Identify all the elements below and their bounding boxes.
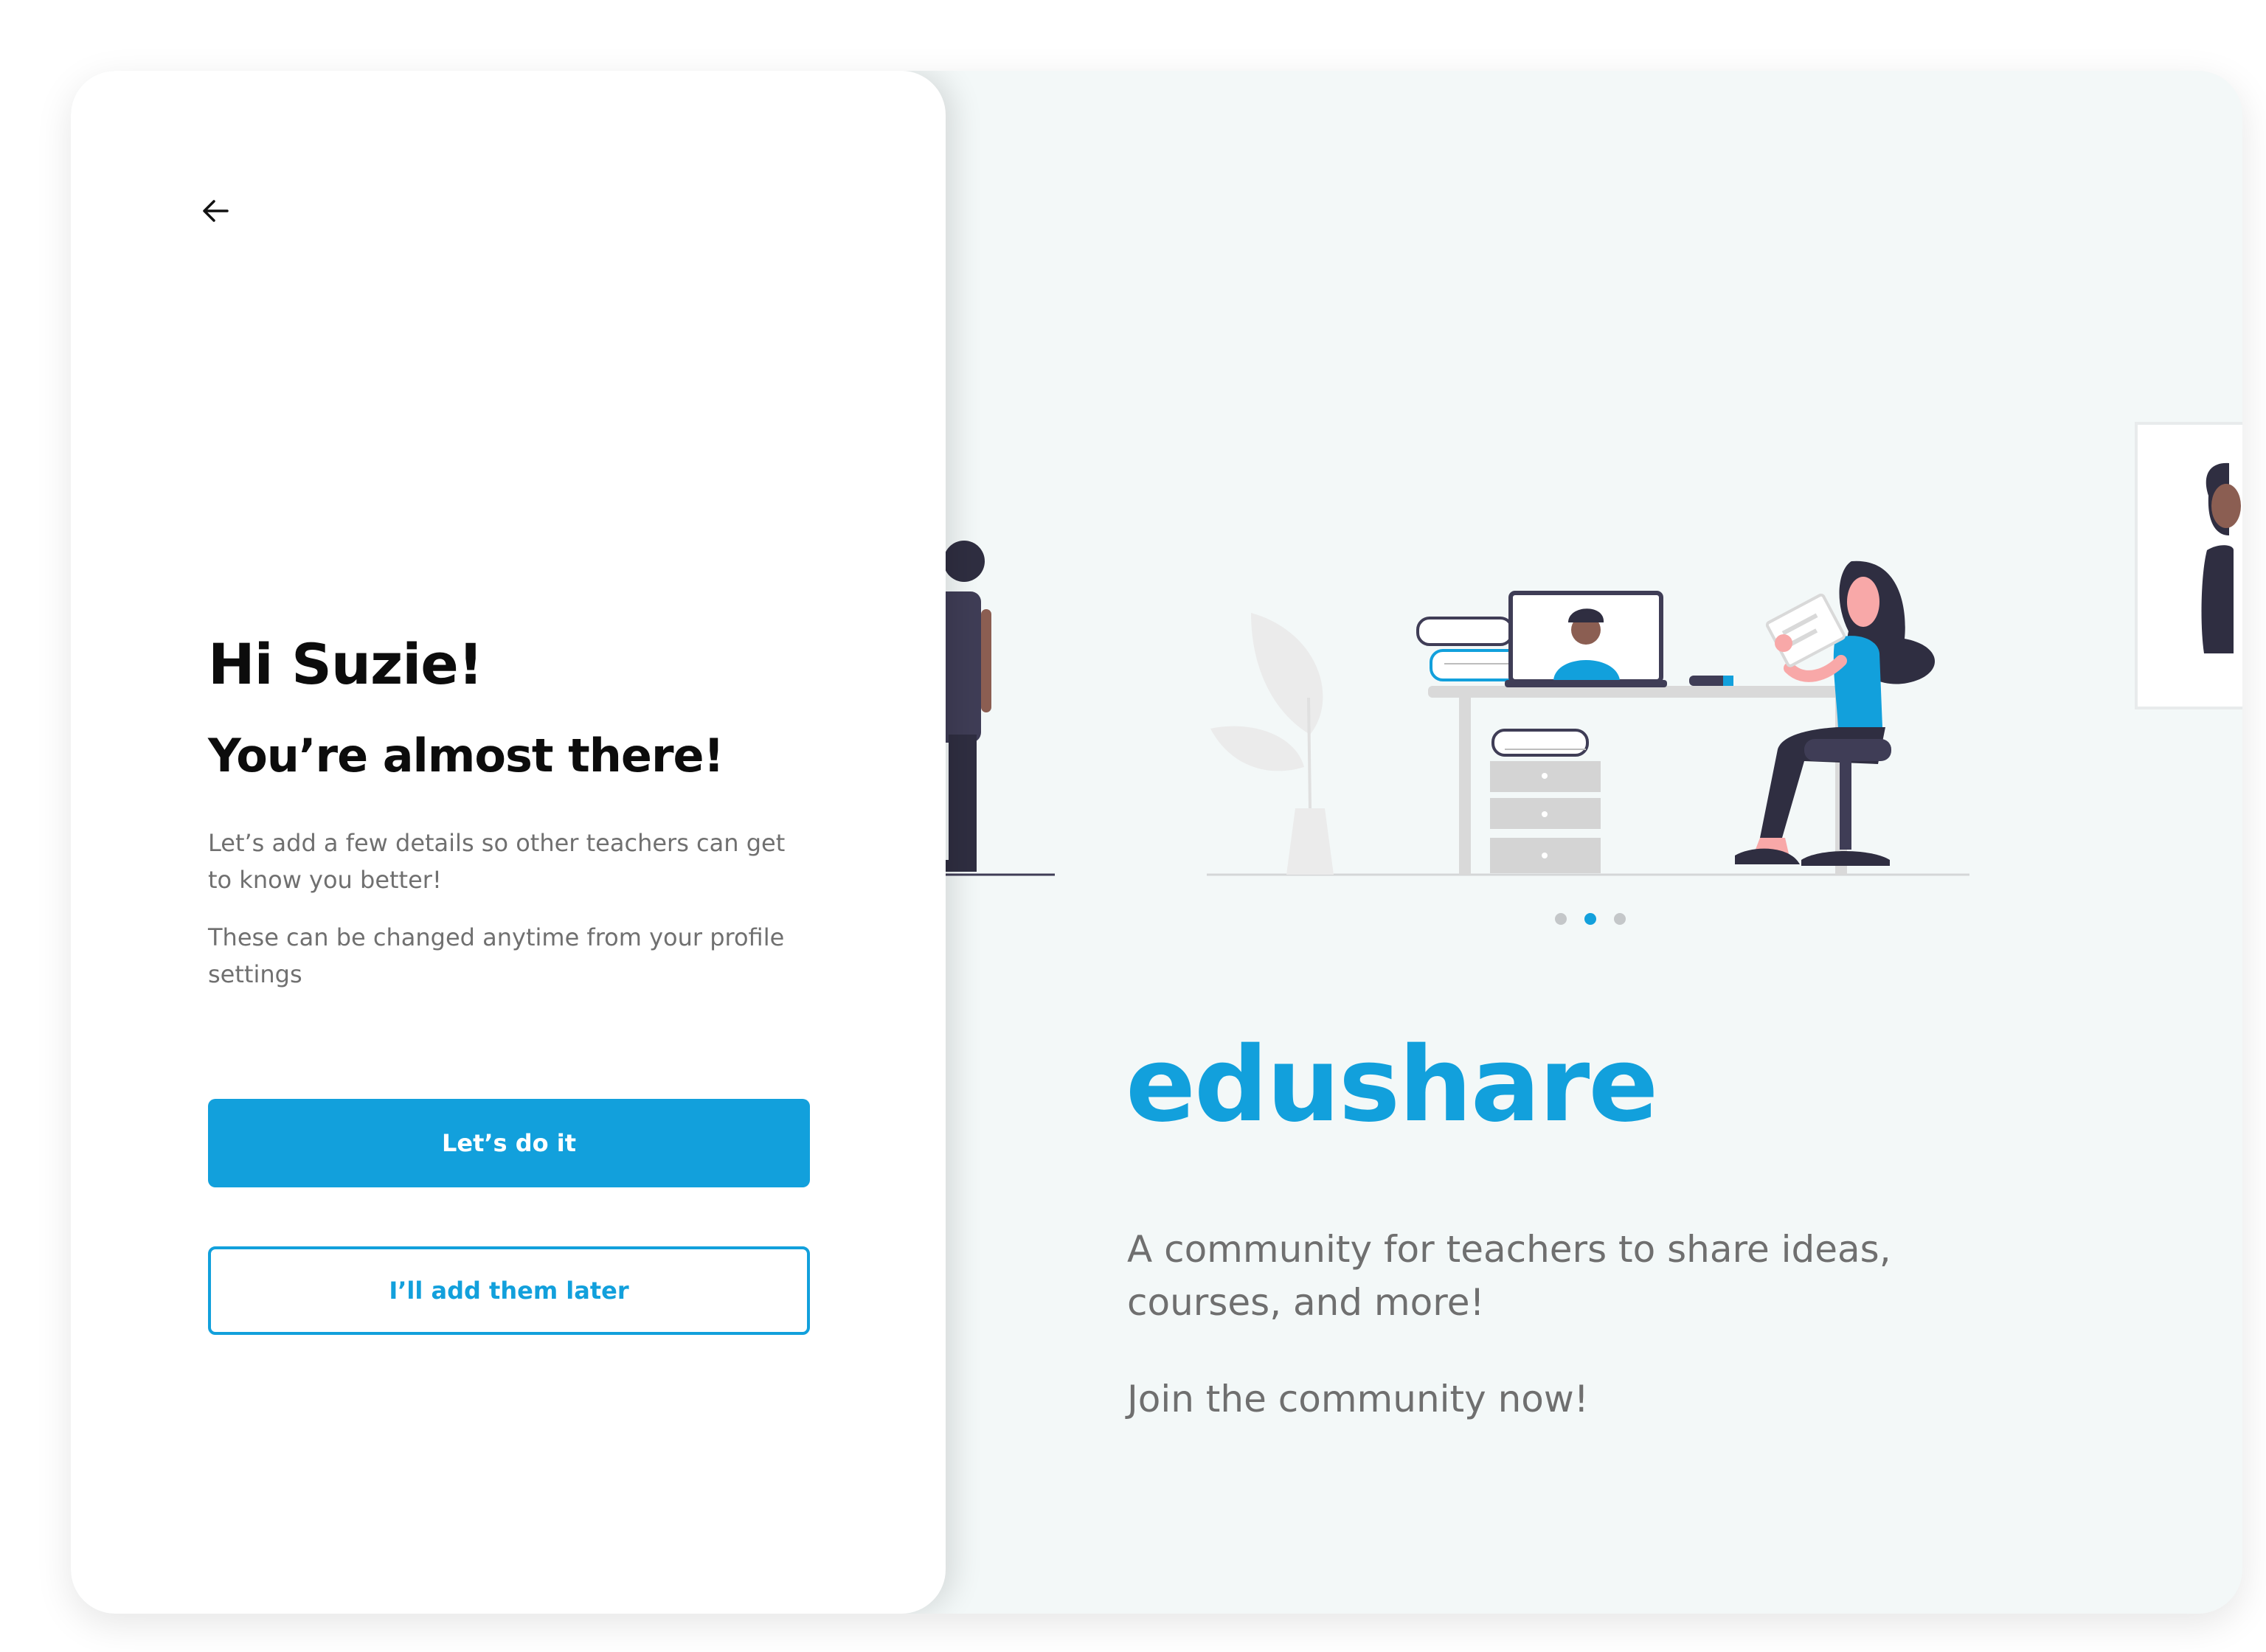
lets-do-it-button[interactable]: Let’s do it xyxy=(208,1099,810,1187)
carousel-pagination xyxy=(1555,913,1626,925)
onboarding-card: edushare A community for teachers to sha… xyxy=(71,71,2242,1614)
next-slide-person-illustration xyxy=(2201,462,2241,653)
greeting-heading: Hi Suzie! xyxy=(208,631,483,697)
carousel-dot-active[interactable] xyxy=(1584,913,1596,925)
laptop-video-call-illustration xyxy=(1505,591,1667,687)
arrow-left-icon xyxy=(203,200,229,222)
settings-note-text: These can be changed anytime from your p… xyxy=(208,923,785,988)
back-button[interactable] xyxy=(189,184,242,237)
brand-title: edushare xyxy=(1126,1025,1658,1145)
plant-illustration xyxy=(1210,613,1334,875)
brand-tagline: A community for teachers to share ideas,… xyxy=(1127,1228,1891,1324)
progress-subheading: You’re almost there! xyxy=(208,729,724,782)
join-community-text: Join the community now! xyxy=(1127,1378,1589,1420)
next-slide-preview[interactable] xyxy=(2135,422,2242,709)
intro-text: Let’s add a few details so other teacher… xyxy=(208,829,786,894)
woman-reading-illustration xyxy=(1735,560,1936,866)
carousel-dot[interactable] xyxy=(1614,913,1626,925)
add-later-button[interactable]: I’ll add them later xyxy=(208,1246,810,1335)
carousel-dot[interactable] xyxy=(1555,913,1567,925)
onboarding-panel: Hi Suzie! You’re almost there! Let’s add… xyxy=(71,71,946,1614)
